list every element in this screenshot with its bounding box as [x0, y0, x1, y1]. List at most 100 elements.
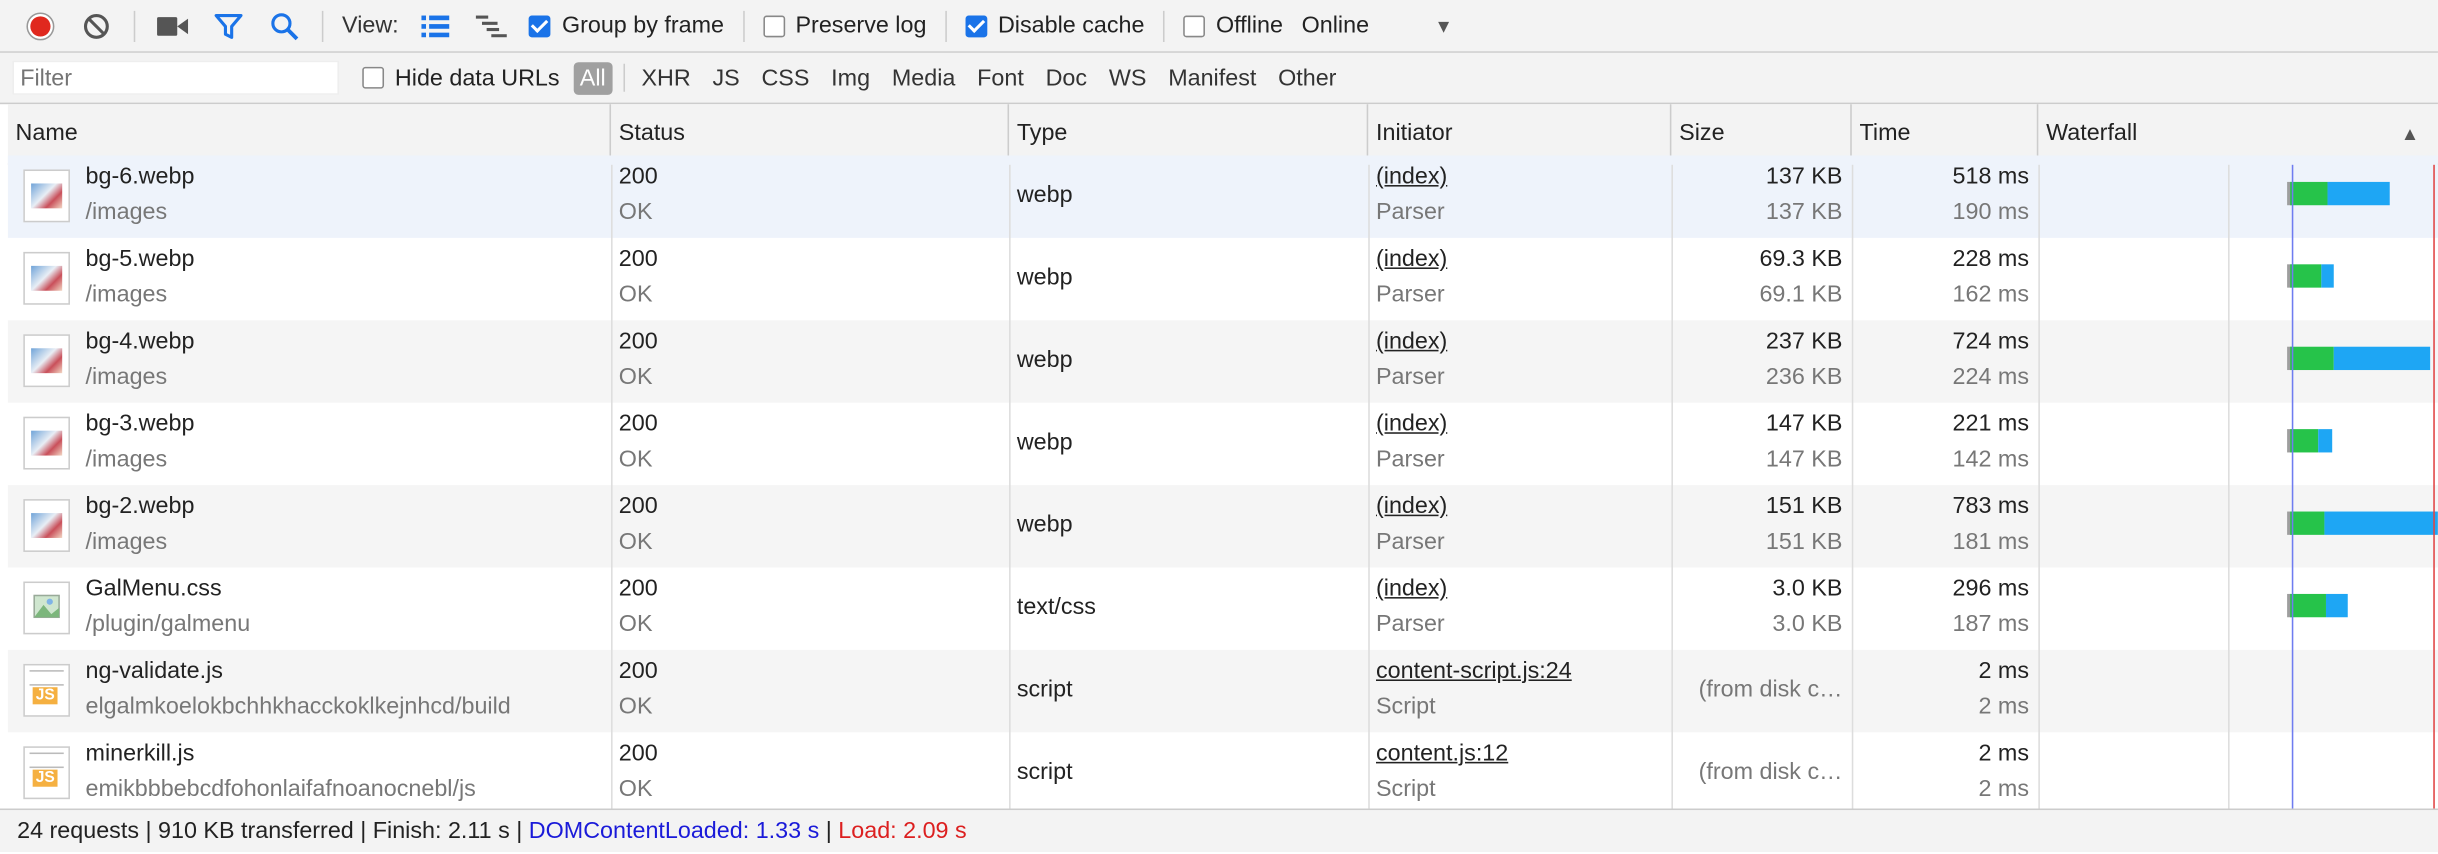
name-cell[interactable]: GalMenu.css/plugin/galmenu	[8, 568, 611, 650]
record-icon	[26, 11, 55, 40]
status-text: OK	[618, 446, 653, 473]
filter-toggle-button[interactable]	[201, 0, 257, 51]
table-row[interactable]: bg-4.webp/images 200 OK webp (index) Parser 23…	[7, 320, 2438, 403]
initiator-link[interactable]: content-script.js:24	[1376, 658, 1572, 684]
file-path: elgalmkoelokbchhkhacckoklkejnhcd/build	[85, 693, 511, 720]
status-cell: 200 OK	[611, 650, 1009, 732]
offline-label: Offline	[1215, 12, 1283, 39]
status-cell: 200 OK	[611, 568, 1009, 650]
devtools-network-panel: View: Group by frame Preserve log Disabl…	[0, 0, 2438, 853]
type-filter-img[interactable]: Img	[825, 61, 876, 94]
name-cell[interactable]: bg-2.webp/images	[8, 485, 611, 567]
filter-input[interactable]	[12, 60, 339, 95]
file-path: /images	[85, 446, 168, 473]
name-cell[interactable]: bg-5.webp/images	[8, 238, 611, 320]
screenshot-button[interactable]	[145, 0, 201, 51]
group-by-frame-checkbox[interactable]: Group by frame	[529, 12, 724, 39]
clear-button[interactable]	[68, 0, 124, 51]
table-row[interactable]: GalMenu.css/plugin/galmenu 200 OK text/css (…	[8, 568, 2438, 650]
resource-size: 151 KB	[1765, 528, 1843, 556]
initiator-cell: (index) Parser	[1368, 238, 1671, 320]
initiator-link[interactable]: (index)	[1376, 493, 1447, 519]
initiator-cell: content.js:12 Script	[1368, 732, 1671, 808]
initiator-link[interactable]: content.js:12	[1376, 740, 1508, 766]
table-row[interactable]: JS ng-validate.js elgalmkoelokbchhkhacckok…	[7, 649, 2438, 733]
status-cell: 200 OK	[611, 320, 1009, 402]
initiator-link[interactable]: (index)	[1376, 410, 1447, 436]
overview-button[interactable]	[464, 0, 520, 51]
status-cell: 200 OK	[611, 238, 1009, 320]
disable-cache-checkbox[interactable]: Disable cache	[965, 12, 1144, 39]
transfer-size: 147 KB	[1765, 410, 1843, 437]
large-rows-button[interactable]	[408, 0, 464, 51]
view-label: View:	[342, 12, 399, 39]
image-preview-icon	[31, 513, 63, 538]
file-thumbnail	[23, 581, 70, 635]
search-icon	[271, 12, 299, 40]
file-name: bg-6.webp	[85, 163, 195, 190]
throttling-select[interactable]: Online ▼	[1302, 12, 1453, 38]
time-cell: 228 ms 162 ms	[1852, 238, 2039, 320]
name-cell[interactable]: JS ng-validate.js elgalmkoelokbchhkhacckok…	[8, 650, 611, 732]
waterfall-cell	[2038, 155, 2438, 237]
column-header-size[interactable]: Size	[1671, 104, 1852, 164]
name-cell[interactable]: bg-6.webp/images	[8, 155, 611, 237]
offline-checkbox[interactable]: Offline	[1183, 12, 1283, 39]
type-filter-doc[interactable]: Doc	[1039, 61, 1093, 94]
column-header-status[interactable]: Status	[611, 104, 1010, 164]
type-filter-css[interactable]: CSS	[755, 61, 815, 94]
type-filter-ws[interactable]: WS	[1103, 61, 1153, 94]
initiator-link[interactable]: (index)	[1376, 328, 1447, 354]
type-filter-manifest[interactable]: Manifest	[1162, 61, 1263, 94]
type-cell: text/css	[1009, 568, 1368, 650]
column-divider	[1671, 164, 1673, 809]
type-filter-media[interactable]: Media	[886, 61, 962, 94]
type-cell: webp	[1009, 238, 1368, 320]
initiator-link[interactable]: (index)	[1376, 575, 1447, 601]
preserve-log-checkbox[interactable]: Preserve log	[762, 12, 926, 39]
dropdown-arrow-icon: ▼	[1434, 14, 1453, 37]
initiator-link[interactable]: (index)	[1376, 163, 1447, 189]
type-filter-other[interactable]: Other	[1272, 61, 1343, 94]
status-text: OK	[618, 611, 653, 638]
checkbox-unchecked-icon	[762, 14, 785, 37]
table-row[interactable]: bg-6.webp/images 200 OK webp (index) Parser 13…	[7, 155, 2438, 238]
type-filter-font[interactable]: Font	[971, 61, 1030, 94]
waterfall-download-bar	[2333, 346, 2430, 371]
transfer-size: 237 KB	[1765, 328, 1843, 355]
total-time: 2 ms	[1978, 657, 2030, 685]
name-cell[interactable]: bg-4.webp/images	[8, 320, 611, 402]
type-filter-js[interactable]: JS	[706, 61, 746, 94]
type-filter-all[interactable]: All	[573, 61, 612, 95]
clear-icon	[83, 13, 109, 39]
column-header-name[interactable]: Name	[8, 104, 612, 164]
file-thumbnail	[23, 169, 70, 223]
type-filter-xhr[interactable]: XHR	[635, 61, 697, 94]
hide-data-urls-checkbox[interactable]: Hide data URLs	[362, 65, 560, 91]
record-button[interactable]	[12, 0, 68, 51]
type-cell: webp	[1009, 403, 1368, 485]
search-button[interactable]	[257, 0, 313, 51]
table-row[interactable]: bg-3.webp/images 200 OK webp (index) Parser 14…	[8, 403, 2438, 485]
column-header-waterfall[interactable]: Waterfall ▲	[2038, 104, 2438, 163]
table-row[interactable]: JS minerkill.js emikbbbebcdfohonlaifafnoan…	[8, 732, 2438, 808]
table-row[interactable]: bg-5.webp/images 200 OK webp (index) Parser 69…	[8, 238, 2438, 320]
waterfall-cell	[2038, 732, 2438, 808]
image-preview-icon	[31, 265, 63, 291]
column-header-initiator[interactable]: Initiator	[1368, 104, 1672, 164]
toolbar-divider	[742, 10, 745, 42]
column-header-type[interactable]: Type	[1009, 104, 1369, 164]
initiator-link[interactable]: (index)	[1376, 246, 1447, 272]
type-cell: script	[1009, 650, 1368, 732]
name-cell[interactable]: bg-3.webp/images	[8, 403, 611, 485]
filter-divider	[622, 63, 625, 92]
size-cell: 69.3 KB 69.1 KB	[1671, 238, 1851, 320]
initiator-type: Script	[1375, 775, 1436, 803]
file-path: /images	[85, 199, 168, 226]
resource-type: script	[1016, 758, 1073, 786]
file-name: GalMenu.css	[85, 575, 222, 602]
column-header-time[interactable]: Time	[1852, 104, 2039, 164]
name-cell[interactable]: JS minerkill.js emikbbbebcdfohonlaifafnoan…	[8, 732, 611, 808]
requests-table: Name Status Type Initiator Size Time Wat…	[7, 104, 2438, 809]
table-row[interactable]: bg-2.webp/images 200 OK webp (index) Parser 15…	[7, 485, 2438, 568]
